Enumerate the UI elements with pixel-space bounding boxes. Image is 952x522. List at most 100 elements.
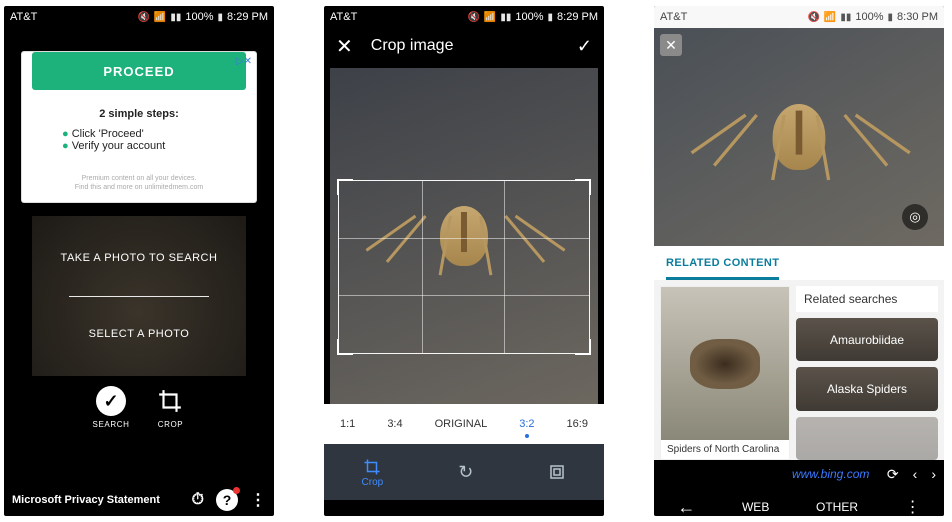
ratio-option-selected[interactable]: 3:2: [519, 418, 534, 430]
carrier-label: AT&T: [10, 11, 37, 23]
ad-bullet: Click 'Proceed': [62, 128, 256, 140]
toolbar: ✓ SEARCH CROP: [4, 386, 274, 429]
carrier-label: AT&T: [330, 11, 357, 23]
crop-handle-tr[interactable]: [575, 179, 591, 195]
battery-label: 100%: [185, 11, 213, 23]
results-row: Spiders of North Carolina Related search…: [654, 280, 944, 460]
result-caption: Spiders of North Carolina: [661, 440, 789, 459]
crop-handle-br[interactable]: [575, 339, 591, 355]
crop-toolbar: Crop ↻: [324, 444, 604, 500]
confirm-icon[interactable]: ✓: [577, 36, 592, 57]
select-photo-button[interactable]: SELECT A PHOTO: [89, 328, 190, 340]
battery-label: 100%: [515, 11, 543, 23]
battery-icon: ▮: [548, 12, 554, 23]
wifi-icon: 📶: [484, 12, 496, 23]
footer-bar: Microsoft Privacy Statement ⏱ ? ⋮: [4, 484, 274, 516]
privacy-link[interactable]: Microsoft Privacy Statement: [12, 494, 160, 506]
mute-icon: 🔇: [137, 12, 149, 23]
ratio-option[interactable]: 1:1: [340, 418, 355, 430]
crop-icon: [155, 386, 185, 416]
ad-steps-title: 2 simple steps:: [22, 108, 256, 120]
status-right: 🔇 📶 ▮▮ 100% ▮ 8:29 PM: [467, 11, 598, 23]
tab-related-content[interactable]: RELATED CONTENT: [654, 246, 944, 280]
ratio-option[interactable]: 3:4: [387, 418, 402, 430]
tab-other[interactable]: OTHER: [816, 500, 858, 514]
crop-icon: [363, 457, 381, 477]
crop-tab[interactable]: Crop: [362, 457, 384, 488]
nav-back-icon[interactable]: ‹: [913, 466, 918, 482]
expand-icon: [548, 462, 566, 482]
battery-icon: ▮: [888, 12, 894, 23]
status-bar: AT&T 🔇 📶 ▮▮ 100% ▮ 8:30 PM: [654, 6, 944, 28]
wifi-icon: 📶: [824, 12, 836, 23]
results-body: ✕ ◎ RELATED CONTENT Spiders of North Car…: [654, 28, 944, 516]
status-bar: AT&T 🔇 📶 ▮▮ 100% ▮ 8:29 PM: [324, 6, 604, 28]
refresh-icon[interactable]: ⟳: [887, 466, 899, 483]
take-photo-button[interactable]: TAKE A PHOTO TO SEARCH: [61, 252, 218, 264]
signal-icon: ▮▮: [840, 12, 851, 23]
signal-icon: ▮▮: [170, 12, 181, 23]
battery-label: 100%: [855, 11, 883, 23]
spider-image: [722, 82, 876, 192]
crop-handle-bl[interactable]: [337, 339, 353, 355]
ad-banner: ▷✕ PROCEED 2 simple steps: Click 'Procee…: [22, 52, 256, 202]
rotate-icon: ↻: [458, 462, 473, 482]
result-thumb: [661, 287, 789, 440]
check-icon: ✓: [96, 386, 126, 416]
screen-results: AT&T 🔇 📶 ▮▮ 100% ▮ 8:30 PM ✕ ◎ RELAT: [654, 6, 944, 516]
screen-search-app: AT&T 🔇 📶 ▮▮ 100% ▮ 8:29 PM ▷✕ PROCEED 2 …: [4, 6, 274, 516]
ratio-option[interactable]: 16:9: [567, 418, 588, 430]
status-right: 🔇 📶 ▮▮ 100% ▮ 8:29 PM: [137, 11, 268, 23]
clock-label: 8:29 PM: [227, 11, 268, 23]
clock-label: 8:30 PM: [897, 11, 938, 23]
close-icon[interactable]: ✕: [336, 34, 353, 59]
url-text: www.bing.com: [662, 467, 869, 481]
crop-frame[interactable]: [338, 180, 590, 354]
crop-tool-button[interactable]: CROP: [155, 386, 185, 429]
ratio-option[interactable]: ORIGINAL: [435, 418, 488, 430]
back-icon[interactable]: ←: [677, 497, 695, 517]
signal-icon: ▮▮: [500, 12, 511, 23]
ad-proceed-button[interactable]: PROCEED: [32, 52, 246, 90]
more-icon[interactable]: ⋮: [250, 490, 266, 510]
help-button[interactable]: ?: [216, 489, 238, 511]
photo-panel: TAKE A PHOTO TO SEARCH SELECT A PHOTO: [32, 216, 246, 376]
page-title: Crop image: [371, 37, 577, 55]
bottom-nav: ← WEB OTHER ⋮: [654, 488, 944, 516]
mute-icon: 🔇: [807, 12, 819, 23]
hero-image: ◎: [654, 28, 944, 246]
result-card[interactable]: Spiders of North Carolina: [660, 286, 790, 460]
more-icon[interactable]: ⋮: [905, 497, 921, 516]
related-searches: Related searches Amaurobiidae Alaska Spi…: [796, 286, 938, 460]
lens-search-icon[interactable]: ◎: [902, 204, 928, 230]
mute-icon: 🔇: [467, 12, 479, 23]
rotate-button[interactable]: ↻: [458, 462, 473, 482]
ad-bullet: Verify your account: [62, 140, 256, 152]
url-bar: www.bing.com ⟳ ‹ ›: [654, 460, 944, 488]
divider: [69, 296, 209, 297]
expand-button[interactable]: [548, 462, 566, 482]
ad-bullets: Click 'Proceed' Verify your account: [62, 128, 256, 152]
crop-canvas[interactable]: [330, 68, 598, 404]
nav-forward-icon[interactable]: ›: [931, 466, 936, 482]
battery-icon: ▮: [218, 12, 224, 23]
aspect-ratio-bar: 1:1 3:4 ORIGINAL 3:2 16:9: [324, 404, 604, 444]
status-bar: AT&T 🔇 📶 ▮▮ 100% ▮ 8:29 PM: [4, 6, 274, 28]
ad-fineprint: Premium content on all your devices. Fin…: [22, 174, 256, 192]
wifi-icon: 📶: [154, 12, 166, 23]
carrier-label: AT&T: [660, 11, 687, 23]
ad-close-icon[interactable]: ▷✕: [236, 56, 252, 67]
crop-header: ✕ Crop image ✓: [324, 28, 604, 64]
crop-handle-tl[interactable]: [337, 179, 353, 195]
clock-label: 8:29 PM: [557, 11, 598, 23]
related-chip[interactable]: Alaska Spiders: [796, 367, 938, 410]
related-title: Related searches: [796, 286, 938, 312]
search-tool-button[interactable]: ✓ SEARCH: [93, 386, 130, 429]
timer-icon[interactable]: ⏱: [192, 491, 204, 509]
screen-crop: AT&T 🔇 📶 ▮▮ 100% ▮ 8:29 PM ✕ Crop image …: [324, 6, 604, 516]
tab-web[interactable]: WEB: [742, 500, 769, 514]
close-icon[interactable]: ✕: [660, 34, 682, 56]
related-chip[interactable]: Amaurobiidae: [796, 318, 938, 361]
related-chip[interactable]: [796, 417, 938, 460]
status-right: 🔇 📶 ▮▮ 100% ▮ 8:30 PM: [807, 11, 938, 23]
